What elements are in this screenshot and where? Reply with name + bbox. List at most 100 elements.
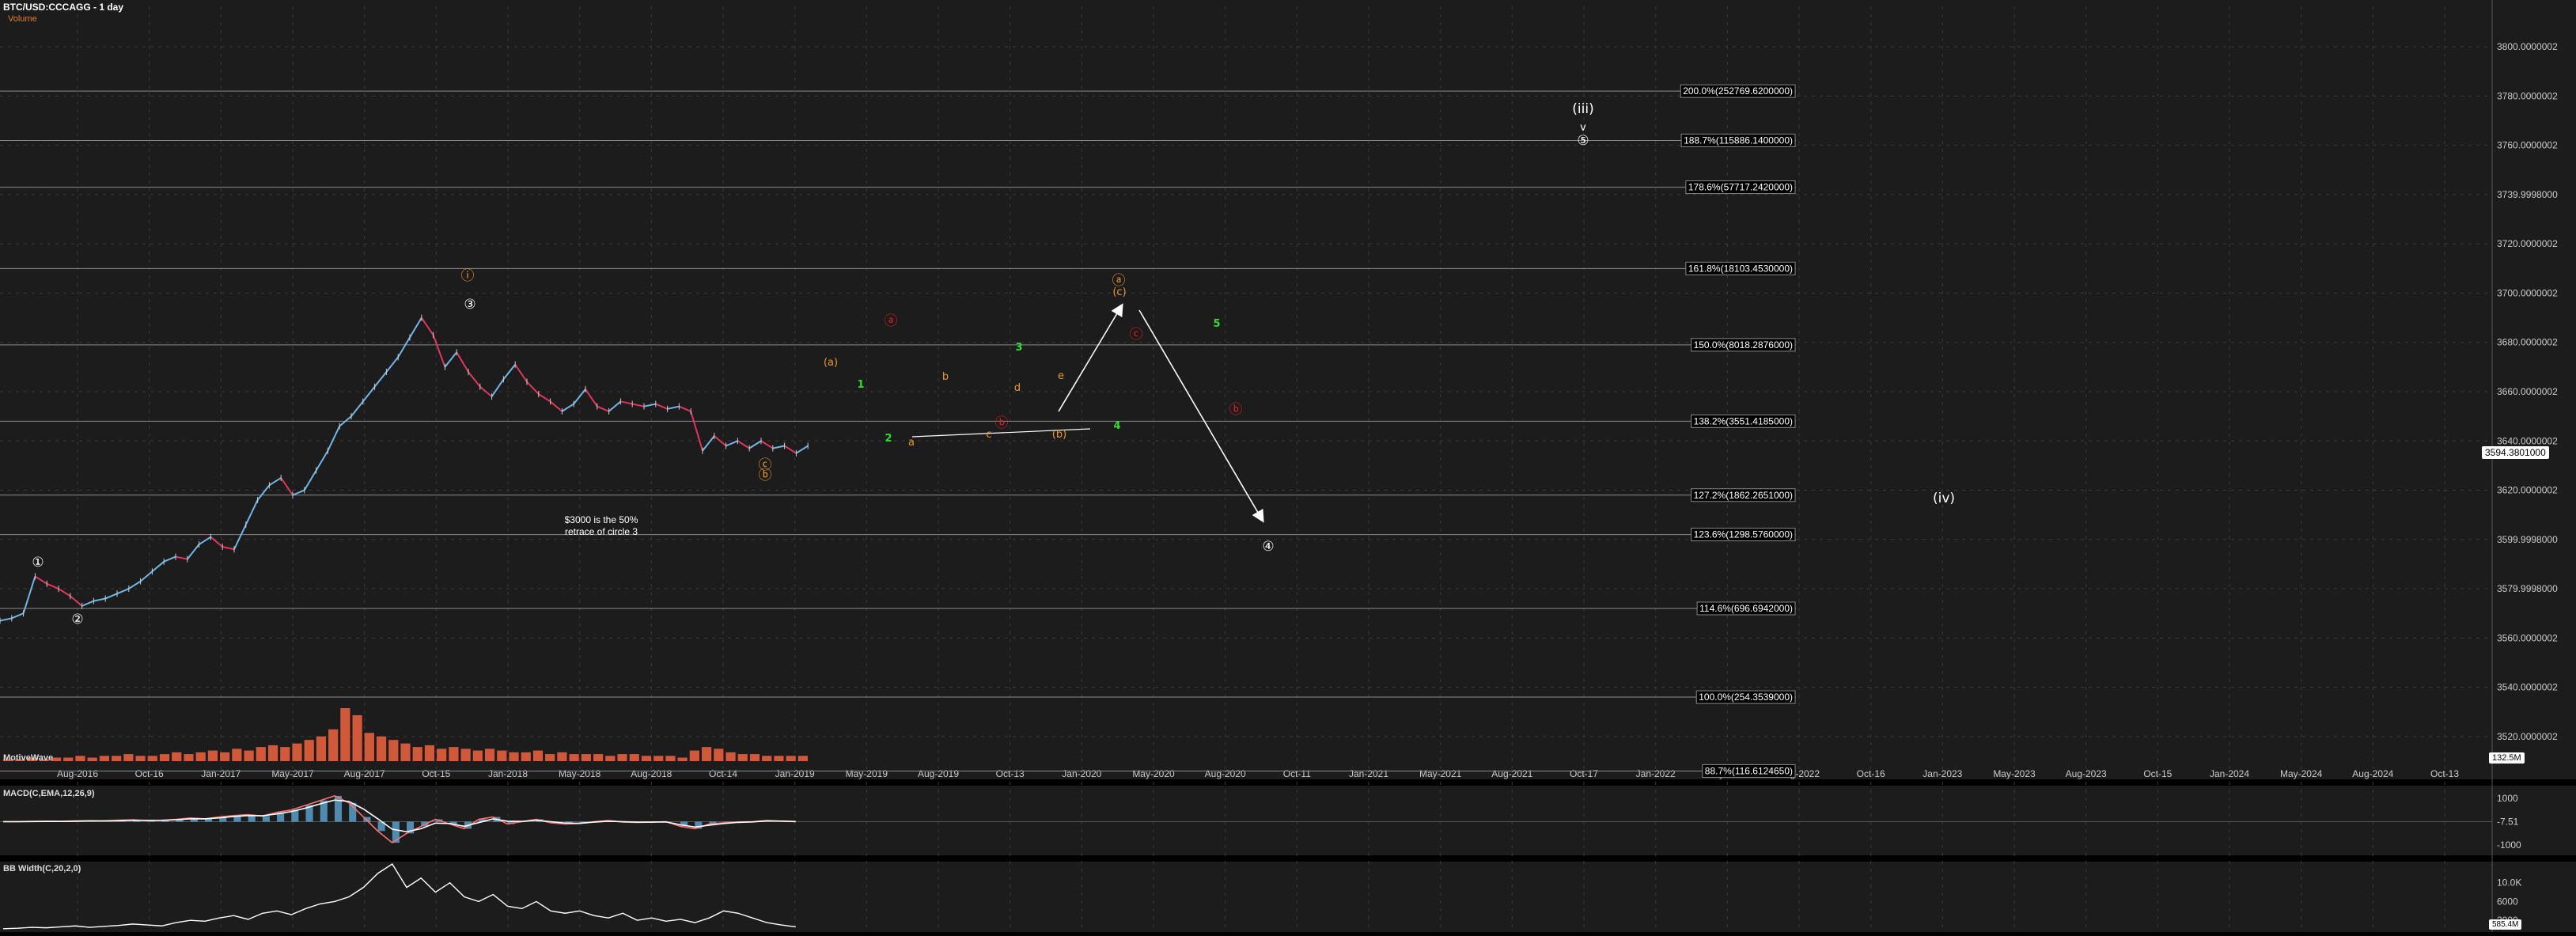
volume-bar <box>196 752 206 761</box>
chart-subtitle: Volume <box>8 14 37 24</box>
wave-label-orange: ⓒ <box>759 457 772 473</box>
x-tick-label: Oct-13 <box>996 768 1025 779</box>
volume-bar <box>328 729 338 761</box>
price-y-tick-label: 3760.0000002 <box>2497 140 2558 151</box>
macd-hist-bar <box>392 822 400 843</box>
bbwidth-y-tick-label: 10.0K <box>2497 877 2521 889</box>
x-tick-label: Aug-2017 <box>344 768 385 779</box>
macd-y-tick-label: -1000 <box>2497 839 2521 851</box>
wave-label-orange: c <box>986 429 991 441</box>
x-tick-label: Aug-2021 <box>1491 768 1532 779</box>
x-tick-label: Oct-17 <box>1570 768 1598 779</box>
volume-bar <box>437 748 446 761</box>
price-y-tick-label: 3640.0000002 <box>2497 435 2558 446</box>
price-y-tick-label: 3620.0000002 <box>2497 485 2558 496</box>
wave-label-orange: e <box>1058 370 1064 382</box>
wave-label-white: ② <box>71 612 83 627</box>
fib-level-label: 127.2%(1862.2651000) <box>1694 490 1793 501</box>
volume-bar <box>521 752 531 761</box>
volume-bar <box>665 756 675 761</box>
volume-bar <box>533 751 543 761</box>
price-y-tick-label: 3660.0000002 <box>2497 386 2558 397</box>
volume-bar <box>642 756 651 761</box>
volume-bar <box>316 737 326 761</box>
volume-bar <box>774 756 783 761</box>
volume-bar <box>461 748 471 761</box>
x-tick-label: Aug-2024 <box>2352 768 2393 779</box>
price-y-tick-label: 3700.0000002 <box>2497 287 2558 298</box>
volume-bar <box>413 747 422 761</box>
x-tick-label: Jan-2020 <box>1062 768 1101 779</box>
volume-bar <box>738 754 748 761</box>
volume-bar <box>762 756 771 761</box>
fib-level-label: 188.7%(115886.1400000) <box>1684 135 1793 146</box>
x-tick-label: Oct-15 <box>2143 768 2172 779</box>
price-y-tick-label: 3739.9998000 <box>2497 189 2558 200</box>
wave-label-white: ① <box>32 555 44 570</box>
volume-bar <box>617 754 627 761</box>
volume-bar <box>148 756 157 761</box>
fib-level-label: 138.2%(3551.4185000) <box>1694 415 1793 426</box>
volume-bar <box>449 747 458 761</box>
macd-panel-bg <box>0 786 2576 855</box>
wave-label-green: 2 <box>885 433 892 445</box>
annotation-note: $3000 is the 50% retrace of circle 3 <box>546 514 657 538</box>
price-y-tick-label: 3560.0000002 <box>2497 632 2558 643</box>
fib-level-label: 123.6%(1298.5760000) <box>1694 529 1793 540</box>
fib-level-label: 88.7%(116.6124650) <box>1705 765 1793 776</box>
bbwidth-panel-title: BB Width(C,20,2,0) <box>3 864 81 873</box>
price-y-tick-label: 3579.9998000 <box>2497 583 2558 594</box>
volume-bar <box>377 737 386 761</box>
volume-bar <box>400 744 410 761</box>
volume-bar <box>725 752 735 761</box>
bbwidth-panel-bg <box>0 862 2576 932</box>
volume-bar <box>690 751 699 761</box>
x-tick-label: Aug-2023 <box>2066 768 2107 779</box>
volume-bar <box>388 740 398 761</box>
price-y-tick-label: 3680.0000002 <box>2497 337 2558 348</box>
wave-label-orange: (b) <box>1052 429 1066 441</box>
price-y-tick-label: 3540.0000002 <box>2497 682 2558 693</box>
bbwidth-y-tick-label: 6000 <box>2497 896 2518 907</box>
x-tick-label: Jan-2023 <box>1923 768 1962 779</box>
x-tick-label: Jan-2018 <box>488 768 528 779</box>
volume-bar <box>268 745 278 761</box>
volume-bar <box>256 747 266 761</box>
x-tick-label: Jan-2022 <box>1636 768 1676 779</box>
wave-label-red: ⓒ <box>1130 327 1143 343</box>
x-tick-label: Jan-2017 <box>201 768 241 779</box>
price-y-tick-label: 3780.0000002 <box>2497 90 2558 101</box>
wave-label-red: ⓑ <box>995 415 1009 431</box>
volume-bar <box>208 751 218 761</box>
volume-bar <box>593 754 603 761</box>
chart-canvas[interactable]: 3800.00000023780.00000023760.00000023739… <box>0 0 2576 932</box>
volume-bar <box>570 754 579 761</box>
volume-bar <box>160 754 169 761</box>
macd-panel-title: MACD(C,EMA,12,26,9) <box>3 789 95 798</box>
volume-bar <box>653 756 663 761</box>
fib-level-label: 200.0%(252769.6200000) <box>1683 85 1793 97</box>
price-y-tick-label: 3520.0000002 <box>2497 731 2558 742</box>
volume-bar <box>63 758 73 761</box>
wave-label-orange: b <box>942 371 949 383</box>
wave-label-white: (iv) <box>1933 491 1955 506</box>
volume-bar <box>305 740 314 761</box>
x-tick-label: May-2023 <box>1993 768 2036 779</box>
fib-level-label: 150.0%(8018.2876000) <box>1694 339 1793 351</box>
x-tick-label: May-2018 <box>559 768 601 779</box>
volume-bar <box>365 733 374 761</box>
wave-label-green: 4 <box>1113 420 1120 432</box>
volume-bar <box>88 758 97 761</box>
wave-label-orange: d <box>1014 382 1021 394</box>
x-tick-label: Oct-16 <box>135 768 164 779</box>
x-tick-label: Oct-14 <box>709 768 737 779</box>
volume-bar <box>123 754 133 761</box>
x-tick-label: Aug-2020 <box>1205 768 1246 779</box>
wave-label-white: v <box>1580 122 1586 134</box>
volume-bar <box>135 756 145 761</box>
volume-bar <box>509 752 518 761</box>
volume-bar <box>545 754 555 761</box>
wave-label-red: ⓑ <box>1229 402 1243 418</box>
volume-last-tag: 132.5M <box>2489 752 2525 764</box>
x-tick-label: May-2019 <box>846 768 888 779</box>
